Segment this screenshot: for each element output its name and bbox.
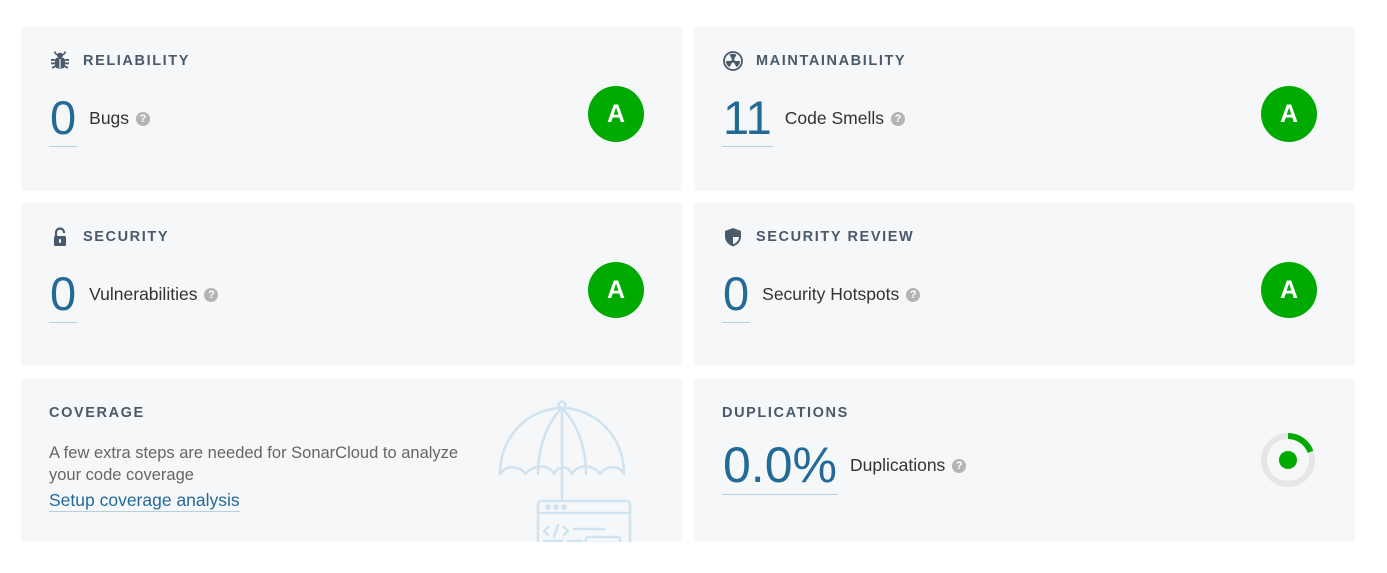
vulnerabilities-metric: 0 Vulnerabilities ? <box>49 266 219 323</box>
code-smells-metric: 11 Code Smells ? <box>722 90 906 147</box>
bug-icon <box>49 50 71 72</box>
lock-open-icon <box>49 226 71 248</box>
shield-icon <box>722 226 744 248</box>
security-hotspots-metric: 0 Security Hotspots ? <box>722 266 921 323</box>
duplications-help-icon[interactable]: ? <box>952 458 967 473</box>
code-smells-count-link[interactable]: 11 <box>722 90 773 147</box>
code-smells-help-icon[interactable]: ? <box>891 111 906 126</box>
coverage-message: A few extra steps are needed for SonarCl… <box>49 444 459 484</box>
bugs-metric: 0 Bugs ? <box>49 90 151 147</box>
security-review-title: SECURITY REVIEW <box>756 229 915 245</box>
duplications-donut-icon[interactable] <box>1259 431 1317 494</box>
setup-coverage-link[interactable]: Setup coverage analysis <box>49 489 240 512</box>
security-card: SECURITY 0 Vulnerabilities ? A <box>21 203 682 366</box>
radiation-icon <box>722 50 744 72</box>
security-header: SECURITY <box>49 226 170 248</box>
duplications-value-link[interactable]: 0.0% <box>722 436 838 495</box>
maintainability-title: MAINTAINABILITY <box>756 53 907 69</box>
reliability-rating[interactable]: A <box>588 86 644 142</box>
maintainability-header: MAINTAINABILITY <box>722 50 907 72</box>
security-hotspots-label: Security Hotspots <box>762 284 900 304</box>
coverage-card: COVERAGE A few extra steps are needed fo… <box>21 379 682 542</box>
security-review-rating[interactable]: A <box>1261 262 1317 318</box>
security-hotspots-help-icon[interactable]: ? <box>906 287 921 302</box>
reliability-header: RELIABILITY <box>49 50 191 72</box>
umbrella-code-illustration <box>496 399 636 542</box>
duplications-card: DUPLICATIONS 0.0% Duplications ? <box>694 379 1355 542</box>
bugs-label: Bugs <box>89 108 130 128</box>
duplications-title: DUPLICATIONS <box>722 405 849 421</box>
vulnerabilities-label: Vulnerabilities <box>89 284 198 304</box>
coverage-title: COVERAGE <box>49 405 145 421</box>
reliability-title: RELIABILITY <box>83 53 191 69</box>
duplications-label: Duplications <box>849 455 946 475</box>
bugs-count-link[interactable]: 0 <box>49 90 78 147</box>
bugs-help-icon[interactable]: ? <box>136 111 151 126</box>
maintainability-rating[interactable]: A <box>1261 86 1317 142</box>
security-title: SECURITY <box>83 229 170 245</box>
duplications-metric: 0.0% Duplications ? <box>722 436 967 495</box>
maintainability-card: MAINTAINABILITY 11 Code Smells ? A <box>694 27 1355 191</box>
security-hotspots-count-link[interactable]: 0 <box>722 266 751 323</box>
security-review-card: SECURITY REVIEW 0 Security Hotspots ? A <box>694 203 1355 366</box>
security-rating[interactable]: A <box>588 262 644 318</box>
coverage-header: COVERAGE <box>49 404 145 422</box>
vulnerabilities-count-link[interactable]: 0 <box>49 266 78 323</box>
security-review-header: SECURITY REVIEW <box>722 226 915 248</box>
reliability-card: RELIABILITY 0 Bugs ? A <box>21 27 682 191</box>
duplications-header: DUPLICATIONS <box>722 404 849 422</box>
code-smells-label: Code Smells <box>784 108 885 128</box>
vulnerabilities-help-icon[interactable]: ? <box>204 287 219 302</box>
